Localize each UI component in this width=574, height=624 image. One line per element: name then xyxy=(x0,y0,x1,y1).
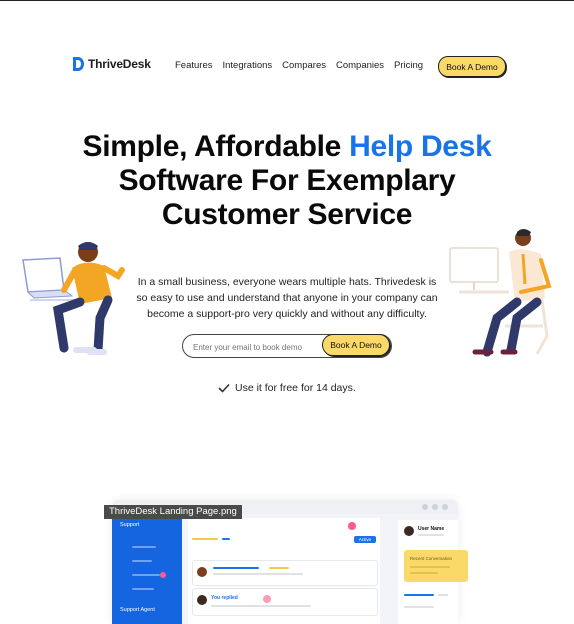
thrivedesk-logo-icon xyxy=(73,57,84,71)
user-name-label: User Name xyxy=(418,526,445,532)
screenshot-sidebar: Support Support Agent xyxy=(112,514,182,624)
nav-book-demo-button[interactable]: Book A Demo xyxy=(438,56,506,77)
you-replied-label: You replied xyxy=(211,595,238,601)
free-trial-note: Use it for free for 14 days. xyxy=(218,382,356,394)
hero-title-part1: Simple, Affordable xyxy=(82,130,350,163)
hero-title-line3: Customer Service xyxy=(161,198,413,231)
screenshot-caption: ThriveDesk Landing Page.png xyxy=(104,505,242,519)
screenshot-main-panel: Active You replied xyxy=(188,518,380,624)
brand-name: ThriveDesk xyxy=(88,57,151,71)
free-trial-text: Use it for free for 14 days. xyxy=(235,382,356,394)
nav-pricing[interactable]: Pricing xyxy=(394,60,423,71)
brand-logo[interactable]: ThriveDesk xyxy=(72,56,151,72)
main-nav: Features Integrations Compares Companies… xyxy=(175,60,423,71)
sidebar-support-agent-label: Support Agent xyxy=(120,607,155,613)
hero-title-accent: Help Desk xyxy=(349,130,492,163)
checkmark-icon xyxy=(218,383,230,393)
hero-book-demo-button[interactable]: Book A Demo xyxy=(322,334,390,356)
hero-title: Simple, Affordable Help Desk Software Fo… xyxy=(0,130,574,232)
person-at-laptop-illustration xyxy=(22,242,125,355)
notification-card: Recent Conversation xyxy=(404,550,468,582)
notification-title: Recent Conversation xyxy=(410,556,453,561)
nav-compares[interactable]: Compares xyxy=(282,60,326,71)
hero-title-line2: Software For Exemplary xyxy=(118,164,456,197)
top-border xyxy=(0,0,574,1)
hero-subtitle: In a small business, everyone wears mult… xyxy=(136,275,438,320)
sidebar-support-label: Support xyxy=(120,522,140,528)
email-input[interactable] xyxy=(191,338,315,356)
nav-companies[interactable]: Companies xyxy=(336,60,384,71)
status-active-badge: Active xyxy=(354,536,376,543)
nav-features[interactable]: Features xyxy=(175,60,213,71)
nav-integrations[interactable]: Integrations xyxy=(223,60,273,71)
person-at-desk-illustration xyxy=(449,229,552,357)
